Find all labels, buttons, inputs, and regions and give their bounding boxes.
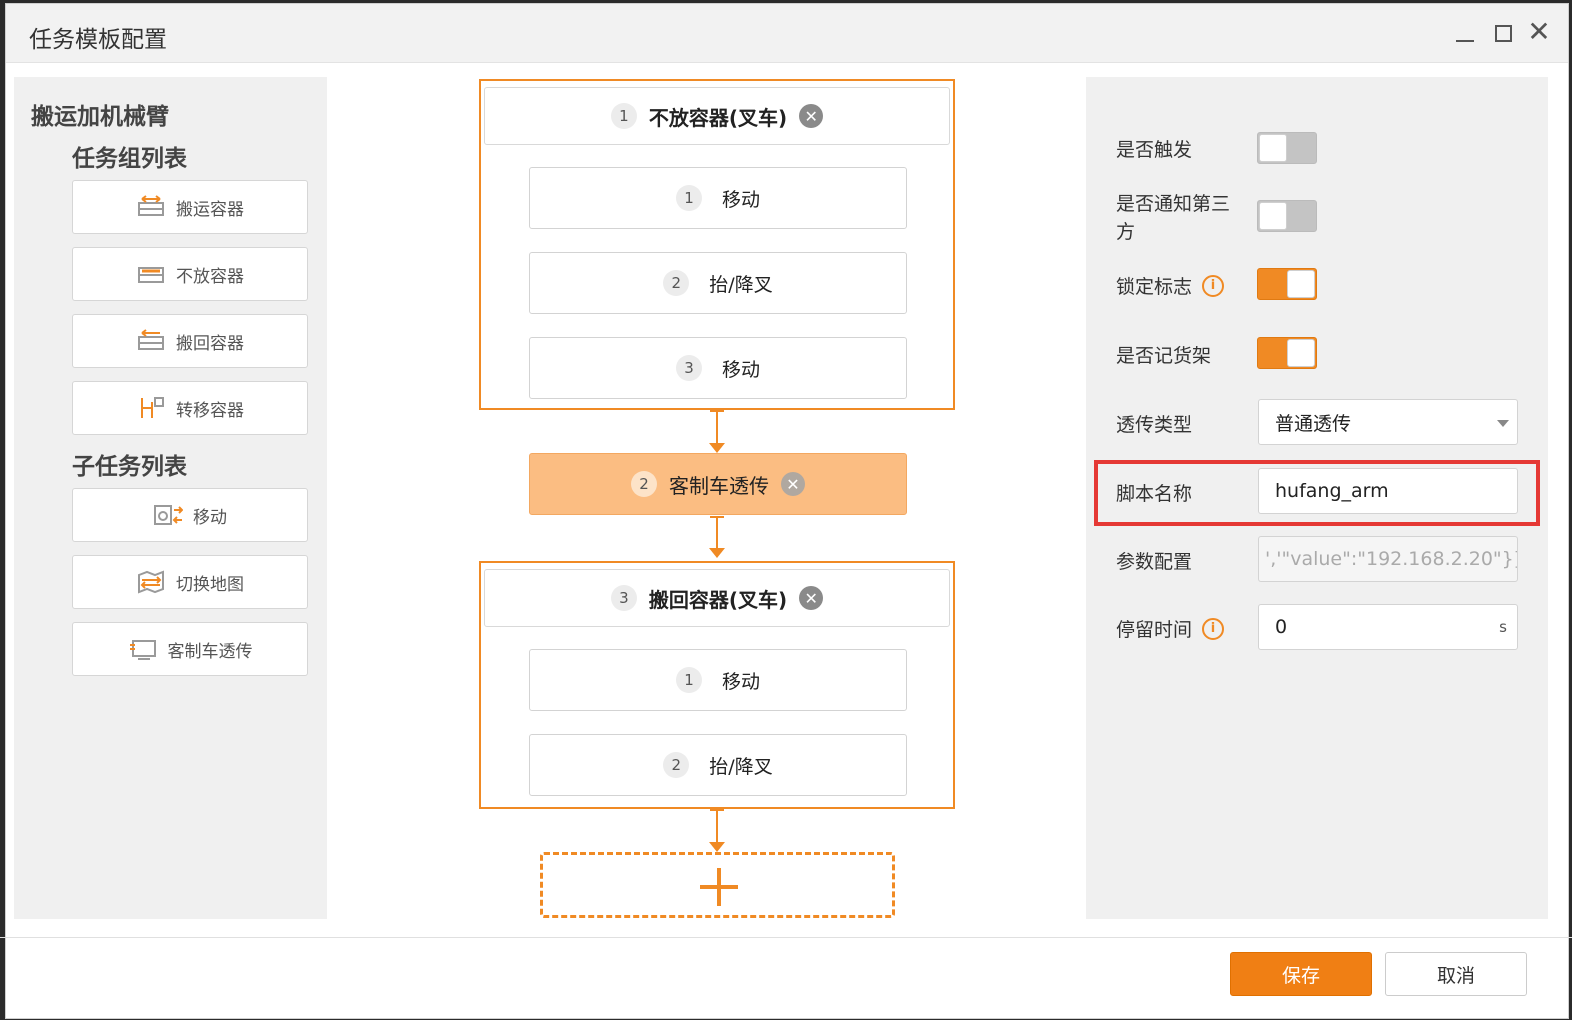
arrow-down-icon [709, 548, 725, 558]
record-shelf-toggle[interactable] [1257, 337, 1317, 369]
save-button[interactable]: 保存 [1230, 952, 1372, 996]
task-group-header[interactable]: 3 搬回容器(叉车) ✕ [484, 569, 950, 627]
task-group-header[interactable]: 1 不放容器(叉车) ✕ [484, 87, 950, 145]
no-drop-container-icon [136, 262, 166, 286]
step-number: 2 [663, 270, 690, 296]
task-group-carry-container[interactable]: 搬运容器 [72, 180, 308, 234]
stay-time-input[interactable]: 0 s [1258, 604, 1518, 650]
template-name: 搬运加机械臂 [31, 104, 169, 130]
param-config-label: 参数配置 [1116, 551, 1193, 573]
info-icon[interactable]: i [1202, 274, 1225, 297]
stay-time-label: 停留时间 i [1116, 615, 1225, 642]
subtask-custom-passthrough[interactable]: 客制车透传 [72, 622, 308, 676]
lock-flag-toggle[interactable] [1257, 268, 1317, 300]
title-bar: 任务模板配置 ✕ [6, 4, 1568, 63]
subtask-list-title: 子任务列表 [72, 454, 187, 480]
step-label: 抬/降叉 [709, 273, 773, 296]
stay-time-text: 停留时间 [1116, 619, 1193, 641]
step-number: 2 [663, 752, 690, 778]
subtask-move[interactable]: 移动 [72, 488, 308, 542]
step-number: 1 [610, 103, 637, 129]
toggle-knob [1259, 134, 1287, 162]
subtask-switch-map[interactable]: 切换地图 [72, 555, 308, 609]
record-shelf-label: 是否记货架 [1116, 345, 1212, 367]
left-panel: 搬运加机械臂 任务组列表 搬运容器 不放容器 搬回容器 转移容器 子任务列表 移… [14, 77, 327, 919]
return-container-icon [136, 329, 166, 353]
param-config-input[interactable]: ','"value":"192.168.2.20"}]}} [1258, 536, 1518, 582]
connector-line [716, 410, 718, 444]
transfer-container-icon [136, 396, 166, 420]
step-card[interactable]: 1 移动 [529, 167, 907, 229]
toggle-knob [1287, 270, 1315, 298]
cancel-button[interactable]: 取消 [1385, 952, 1527, 996]
step-label: 移动 [721, 358, 760, 381]
arrow-down-icon [709, 842, 725, 852]
notify-third-party-toggle[interactable] [1257, 200, 1317, 232]
param-config-value: ','"value":"192.168.2.20"}]}} [1265, 548, 1518, 570]
step-card[interactable]: 2 抬/降叉 [529, 252, 907, 314]
maximize-icon[interactable] [1488, 18, 1518, 48]
step-card[interactable]: 2 抬/降叉 [529, 734, 907, 796]
subtask-label: 客制车透传 [167, 641, 253, 662]
task-group-label: 不放容器 [176, 266, 244, 287]
subtask-label: 移动 [193, 507, 227, 528]
step-number: 2 [631, 471, 657, 497]
step-label: 移动 [721, 188, 760, 211]
connector-line [716, 516, 718, 550]
task-group-title: 不放容器(叉车) [648, 105, 788, 130]
step-label: 移动 [721, 670, 760, 693]
passthrough-type-label: 透传类型 [1116, 414, 1193, 436]
chevron-down-icon [1497, 420, 1509, 427]
step-card[interactable]: 1 移动 [529, 649, 907, 711]
step-number: 1 [675, 667, 702, 693]
step-number: 3 [675, 355, 702, 381]
subtask-label: 切换地图 [176, 574, 244, 595]
toggle-knob [1287, 339, 1315, 367]
step-label: 抬/降叉 [709, 755, 773, 778]
task-group-label: 转移容器 [176, 400, 244, 421]
footer-divider [0, 937, 1572, 938]
arrow-down-icon [709, 443, 725, 453]
move-icon [153, 503, 184, 527]
task-group-list-title: 任务组列表 [72, 146, 187, 172]
trigger-label: 是否触发 [1116, 139, 1193, 161]
task-group-card-2[interactable]: 2 客制车透传 ✕ [529, 453, 907, 515]
close-icon[interactable]: ✕ [1524, 18, 1554, 48]
stay-time-value: 0 [1275, 616, 1288, 638]
step-card[interactable]: 3 移动 [529, 337, 907, 399]
info-icon[interactable]: i [1202, 617, 1225, 640]
task-group-title: 客制车透传 [669, 473, 769, 498]
task-group-card-3[interactable]: 3 搬回容器(叉车) ✕ 1 移动 2 抬/降叉 [479, 561, 955, 809]
stay-time-unit: s [1499, 618, 1507, 636]
toggle-knob [1259, 202, 1287, 230]
lock-flag-label: 锁定标志 i [1116, 272, 1225, 299]
dialog-title: 任务模板配置 [29, 27, 167, 53]
lock-flag-text: 锁定标志 [1116, 276, 1193, 298]
remove-icon[interactable]: ✕ [799, 586, 824, 610]
step-number: 3 [610, 585, 637, 611]
trigger-toggle[interactable] [1257, 132, 1317, 164]
task-group-no-drop-container[interactable]: 不放容器 [72, 247, 308, 301]
add-task-group-button[interactable] [540, 852, 895, 918]
passthrough-type-value: 普通透传 [1275, 412, 1352, 435]
step-number: 1 [675, 185, 702, 211]
task-group-transfer-container[interactable]: 转移容器 [72, 381, 308, 435]
remove-icon[interactable]: ✕ [781, 472, 805, 496]
carry-container-icon [136, 195, 166, 219]
plus-icon [717, 868, 721, 906]
passthrough-type-select[interactable]: 普通透传 [1258, 399, 1518, 445]
task-group-title: 搬回容器(叉车) [648, 587, 788, 612]
task-group-label: 搬回容器 [176, 333, 244, 354]
switch-map-icon [136, 570, 166, 594]
task-group-card-1[interactable]: 1 不放容器(叉车) ✕ 1 移动 2 抬/降叉 3 移动 [479, 79, 955, 410]
minimize-icon[interactable] [1450, 18, 1480, 48]
task-group-label: 搬运容器 [176, 199, 244, 220]
task-group-return-container[interactable]: 搬回容器 [72, 314, 308, 368]
script-name-highlight [1094, 460, 1540, 526]
notify-third-party-label: 是否通知第三方 [1116, 193, 1231, 243]
remove-icon[interactable]: ✕ [799, 104, 824, 128]
connector-line [716, 809, 718, 843]
custom-passthrough-icon [128, 637, 158, 661]
